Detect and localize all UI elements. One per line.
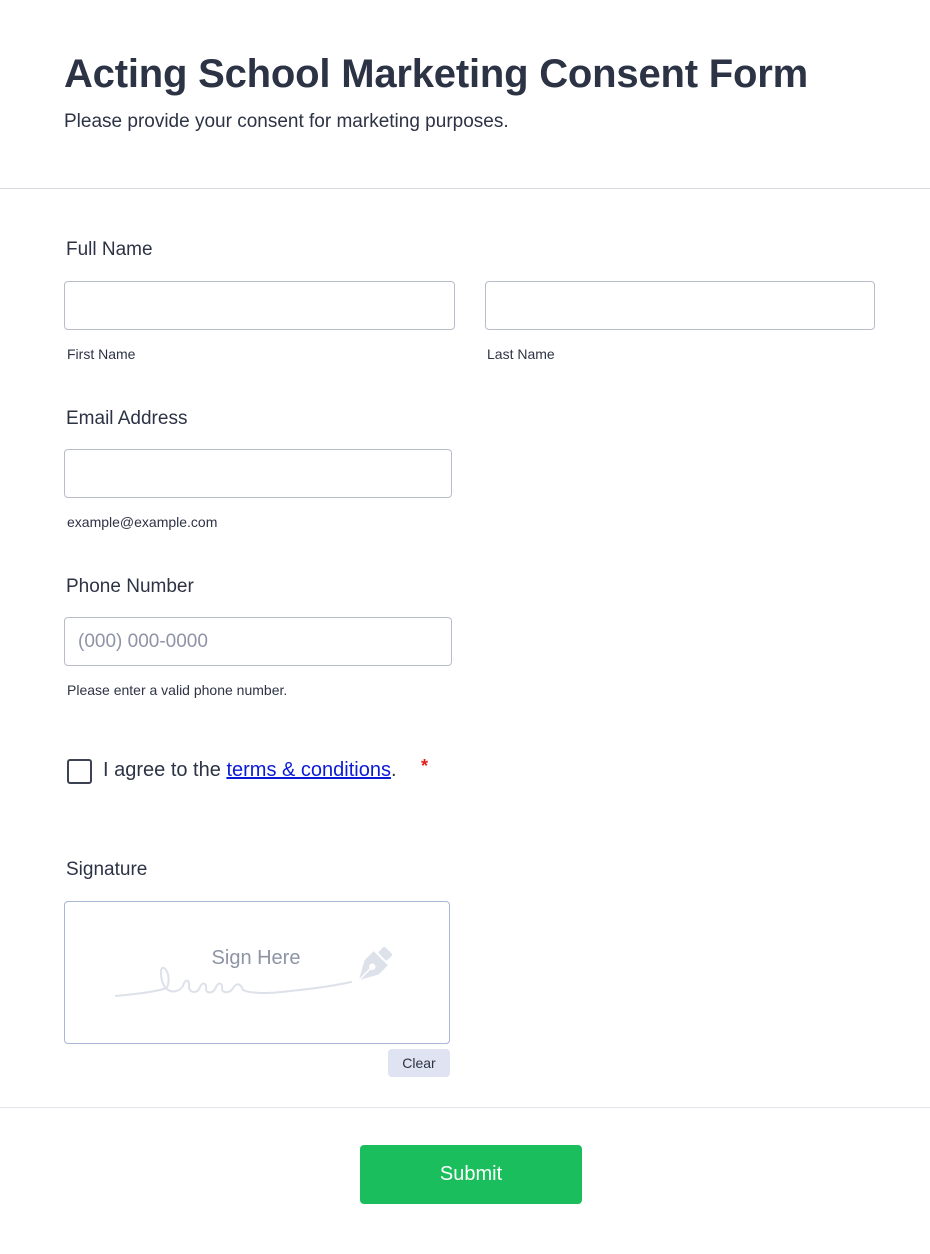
pen-nib-icon xyxy=(358,946,393,981)
first-name-input[interactable] xyxy=(64,281,455,330)
last-name-sublabel: Last Name xyxy=(487,346,555,362)
signature-label: Signature xyxy=(66,859,148,880)
first-name-sublabel: First Name xyxy=(67,346,136,362)
phone-sublabel: Please enter a valid phone number. xyxy=(67,682,288,698)
phone-input[interactable] xyxy=(64,617,452,666)
terms-label: I agree to the terms & conditions. xyxy=(103,759,397,782)
terms-prefix: I agree to the xyxy=(103,759,221,781)
email-sublabel: example@example.com xyxy=(67,514,218,530)
terms-link[interactable]: terms & conditions xyxy=(226,759,391,781)
signature-pad[interactable]: Sign Here xyxy=(64,901,450,1044)
phone-label: Phone Number xyxy=(66,576,194,597)
last-name-input[interactable] xyxy=(485,281,875,330)
form-title: Acting School Marketing Consent Form xyxy=(64,52,808,96)
terms-suffix: . xyxy=(390,759,397,781)
clear-signature-button[interactable]: Clear xyxy=(388,1049,450,1077)
full-name-label: Full Name xyxy=(66,239,153,260)
submit-button[interactable]: Submit xyxy=(360,1145,582,1204)
terms-checkbox[interactable] xyxy=(67,759,92,784)
form-subtitle: Please provide your consent for marketin… xyxy=(64,111,509,132)
email-label: Email Address xyxy=(66,408,188,429)
form-header: Acting School Marketing Consent Form Ple… xyxy=(0,0,930,189)
email-input[interactable] xyxy=(64,449,452,498)
footer-divider xyxy=(0,1107,930,1108)
required-asterisk: * xyxy=(421,756,429,776)
